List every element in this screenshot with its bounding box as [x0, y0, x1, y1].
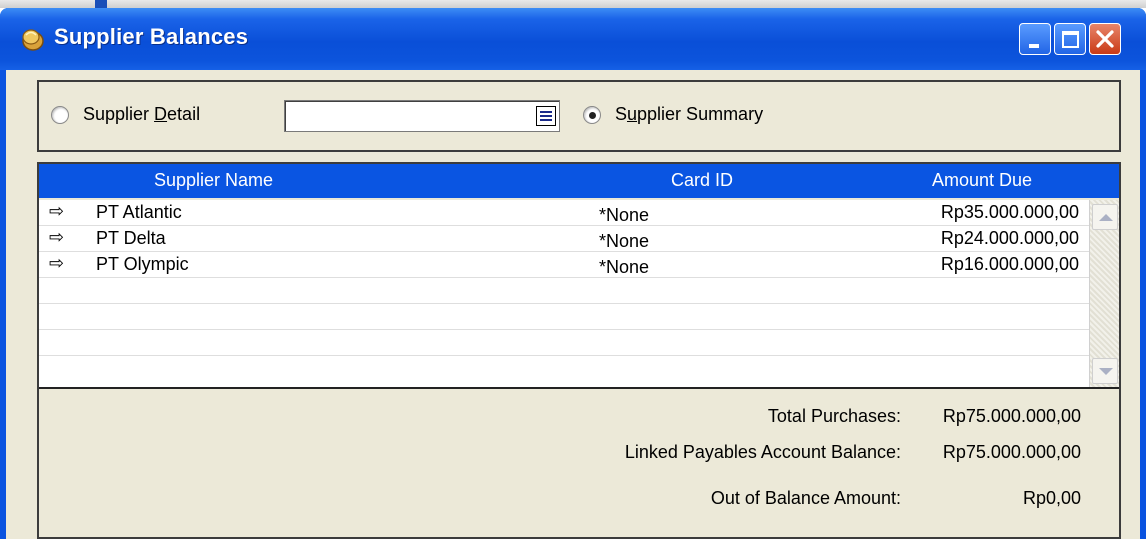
column-header-amount-due[interactable]: Amount Due: [932, 170, 1032, 191]
scroll-down-button[interactable]: [1092, 358, 1118, 384]
supplier-grid: Supplier Name Card ID Amount Due ⇨ PT At…: [37, 162, 1121, 539]
maximize-icon: [1062, 31, 1079, 48]
minimize-button[interactable]: [1019, 23, 1051, 55]
radio-selected-dot: [589, 112, 596, 119]
close-button[interactable]: [1089, 23, 1121, 55]
out-of-balance-value: Rp0,00: [1022, 488, 1081, 508]
table-row[interactable]: ⇨ PT Atlantic *None Rp35.000.000,00: [39, 200, 1089, 226]
arrow-right-icon[interactable]: ⇨: [49, 201, 64, 222]
grid-body: ⇨ PT Atlantic *None Rp35.000.000,00 ⇨ PT…: [39, 200, 1119, 389]
supplier-summary-label[interactable]: Supplier Summary: [615, 104, 763, 125]
title-bar[interactable]: Supplier Balances: [0, 8, 1146, 70]
arrow-right-icon[interactable]: ⇨: [49, 253, 64, 274]
scroll-down-icon: [1099, 368, 1113, 375]
amount-due-cell: Rp24.000.000,00: [940, 228, 1079, 248]
vertical-scrollbar[interactable]: [1089, 200, 1119, 387]
supplier-summary-radio[interactable]: [583, 106, 601, 124]
supplier-detail-radio[interactable]: [51, 106, 69, 124]
amount-due-cell: Rp35.000.000,00: [940, 202, 1079, 222]
coin-icon: [22, 29, 44, 51]
arrow-right-icon[interactable]: ⇨: [49, 227, 64, 248]
column-header-supplier-name[interactable]: Supplier Name: [154, 170, 273, 191]
scroll-up-button[interactable]: [1092, 204, 1118, 230]
dropdown-arrow-icon[interactable]: [536, 106, 556, 126]
linked-payables-label: Linked Payables Account Balance:: [624, 442, 901, 462]
supplier-balances-window: Supplier Balances Supplier Detail Suppli…: [0, 8, 1146, 539]
total-purchases-label: Total Purchases:: [767, 406, 901, 426]
supplier-select[interactable]: [284, 100, 560, 132]
empty-row: [39, 278, 1089, 304]
table-row[interactable]: ⇨ PT Olympic *None Rp16.000.000,00: [39, 252, 1089, 278]
supplier-name-cell: PT Atlantic: [96, 202, 182, 222]
filter-panel: Supplier Detail Supplier Summary: [37, 80, 1121, 152]
card-id-cell: *None: [599, 205, 650, 225]
empty-row: [39, 330, 1089, 356]
column-header-card-id[interactable]: Card ID: [671, 170, 733, 191]
close-icon: [1096, 30, 1114, 48]
supplier-name-cell: PT Olympic: [96, 254, 189, 274]
empty-row: [39, 304, 1089, 330]
window-title: Supplier Balances: [54, 24, 249, 49]
maximize-button[interactable]: [1054, 23, 1086, 55]
supplier-name-cell: PT Delta: [96, 228, 166, 248]
grid-header: Supplier Name Card ID Amount Due: [39, 164, 1119, 198]
background-strip: [0, 0, 1146, 8]
linked-payables-value: Rp75.000.000,00: [942, 442, 1081, 462]
total-purchases-value: Rp75.000.000,00: [942, 406, 1081, 426]
minimize-icon: [1029, 44, 1039, 48]
card-id-cell: *None: [599, 231, 650, 251]
empty-row: [39, 356, 1089, 382]
scroll-up-icon: [1099, 214, 1113, 221]
window-client-area: Supplier Detail Supplier Summary Supplie…: [6, 70, 1140, 539]
table-row[interactable]: ⇨ PT Delta *None Rp24.000.000,00: [39, 226, 1089, 252]
card-id-cell: *None: [599, 257, 650, 277]
out-of-balance-label: Out of Balance Amount:: [710, 488, 901, 508]
supplier-detail-label[interactable]: Supplier Detail: [83, 104, 200, 125]
amount-due-cell: Rp16.000.000,00: [940, 254, 1079, 274]
